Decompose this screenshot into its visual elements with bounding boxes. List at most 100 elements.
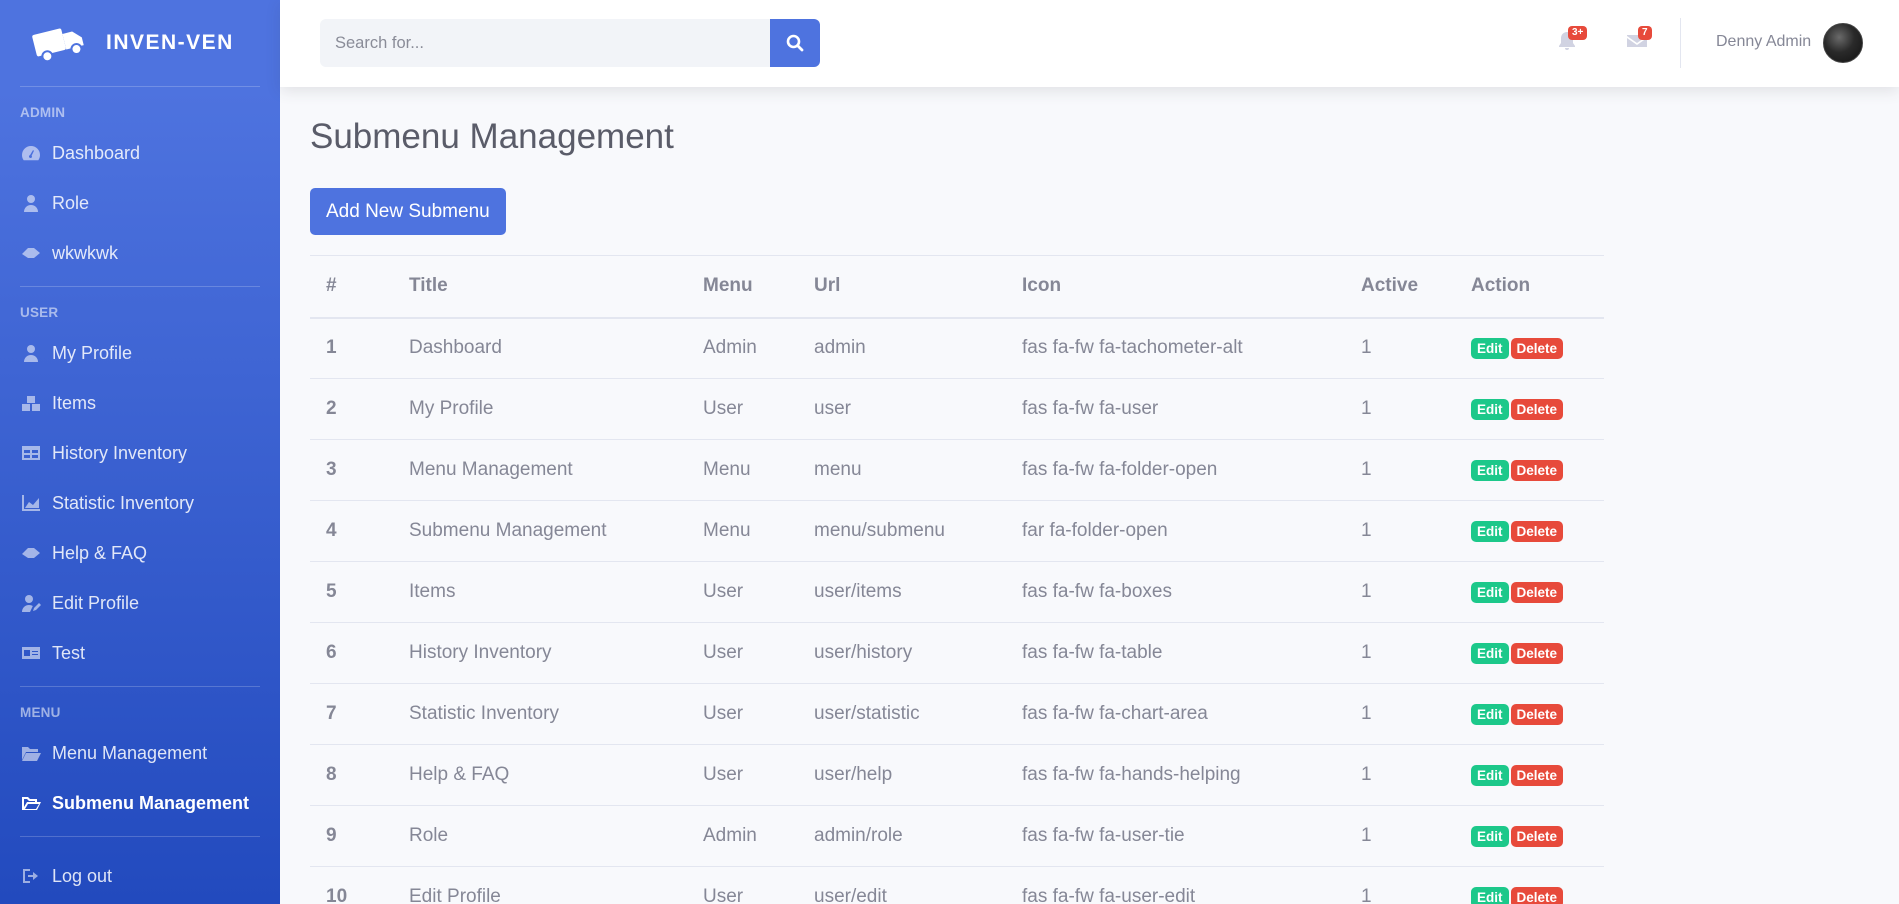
delete-button[interactable]: Delete bbox=[1510, 582, 1564, 603]
delete-button[interactable]: Delete bbox=[1510, 338, 1564, 360]
main-content: Submenu Management Add New Submenu # Tit… bbox=[310, 87, 1605, 904]
table-row: 3 Menu Management Menu menu fas fa-fw fa-fol… bbox=[310, 439, 1604, 501]
sidebar-item-dashboard[interactable]: Dashboard bbox=[0, 128, 280, 178]
row-actions: Edit Delete bbox=[1455, 317, 1604, 379]
row-title: History Inventory bbox=[393, 622, 687, 684]
row-actions: Edit Delete bbox=[1455, 744, 1604, 806]
table-header-row: # Title Menu Url Icon Active Action bbox=[310, 255, 1604, 319]
table-row: 9 Role Admin admin/role fas fa-fw fa-user-ti… bbox=[310, 805, 1604, 867]
row-icon: fas fa-fw fa-folder-open bbox=[1006, 439, 1345, 501]
delete-button[interactable]: Delete bbox=[1510, 643, 1564, 664]
row-active: 1 bbox=[1345, 805, 1455, 867]
edit-button[interactable]: Edit bbox=[1471, 582, 1509, 603]
row-icon: fas fa-fw fa-table bbox=[1006, 622, 1345, 684]
sign-out-icon bbox=[20, 867, 42, 885]
row-icon: far fa-folder-open bbox=[1006, 500, 1345, 562]
row-icon: fas fa-fw fa-user-tie bbox=[1006, 805, 1345, 867]
edit-button[interactable]: Edit bbox=[1471, 826, 1509, 847]
sidebar-item-edit-profile[interactable]: Edit Profile bbox=[0, 578, 280, 628]
sidebar-heading-user: USER bbox=[20, 305, 59, 320]
row-number: 5 bbox=[310, 561, 393, 623]
sidebar-item-submenu-management[interactable]: Submenu Management bbox=[0, 778, 280, 828]
sidebar-item-label: My Profile bbox=[52, 342, 133, 363]
edit-button[interactable]: Edit bbox=[1471, 765, 1509, 786]
sidebar-item-wkwkwk[interactable]: wkwkwk bbox=[0, 228, 280, 278]
row-active: 1 bbox=[1345, 622, 1455, 684]
row-number: 9 bbox=[310, 805, 393, 867]
row-icon: fas fa-fw fa-user bbox=[1006, 378, 1345, 440]
avatar[interactable] bbox=[1823, 23, 1863, 63]
search-button[interactable] bbox=[770, 19, 820, 67]
user-tie-icon bbox=[20, 194, 42, 212]
sidebar-item-label: Help & FAQ bbox=[52, 542, 148, 563]
folder-open-outline-icon bbox=[20, 794, 42, 812]
edit-button[interactable]: Edit bbox=[1471, 887, 1509, 904]
row-number: 6 bbox=[310, 622, 393, 684]
row-active: 1 bbox=[1345, 317, 1455, 379]
delete-button[interactable]: Delete bbox=[1510, 460, 1564, 481]
sidebar-item-items[interactable]: Items bbox=[0, 378, 280, 428]
search-input[interactable] bbox=[320, 19, 771, 67]
messages-dropdown[interactable]: 7 bbox=[1626, 26, 1652, 54]
sidebar-item-help-faq[interactable]: Help & FAQ bbox=[0, 528, 280, 578]
row-url: admin/role bbox=[798, 805, 1006, 867]
sidebar-heading-menu: MENU bbox=[20, 705, 61, 720]
column-header: Url bbox=[798, 255, 1006, 319]
row-number: 3 bbox=[310, 439, 393, 501]
delete-button[interactable]: Delete bbox=[1510, 826, 1564, 847]
alerts-dropdown[interactable]: 3+ bbox=[1556, 26, 1588, 54]
delete-button[interactable]: Delete bbox=[1510, 887, 1564, 904]
tachometer-icon bbox=[20, 144, 42, 162]
table-icon bbox=[20, 444, 42, 462]
topbar: 3+ 7 Denny Admin bbox=[280, 0, 1899, 87]
logout-link[interactable]: Log out bbox=[0, 855, 280, 897]
user-icon bbox=[20, 344, 42, 362]
delete-button[interactable]: Delete bbox=[1510, 765, 1564, 786]
sidebar-item-label: Edit Profile bbox=[52, 592, 140, 613]
hands-helping-icon bbox=[20, 544, 42, 562]
row-actions: Edit Delete bbox=[1455, 561, 1604, 623]
column-header: Title bbox=[393, 255, 687, 319]
edit-button[interactable]: Edit bbox=[1471, 521, 1509, 542]
sidebar-item-statistic-inventory[interactable]: Statistic Inventory bbox=[0, 478, 280, 528]
sidebar-item-menu-management[interactable]: Menu Management bbox=[0, 728, 280, 778]
edit-button[interactable]: Edit bbox=[1471, 643, 1509, 664]
row-url: menu bbox=[798, 439, 1006, 501]
sidebar-item-history-inventory[interactable]: History Inventory bbox=[0, 428, 280, 478]
row-menu: Admin bbox=[687, 805, 798, 867]
row-active: 1 bbox=[1345, 500, 1455, 562]
row-menu: User bbox=[687, 561, 798, 623]
folder-open-icon bbox=[20, 744, 42, 762]
delete-button[interactable]: Delete bbox=[1510, 521, 1564, 542]
edit-button[interactable]: Edit bbox=[1471, 460, 1509, 481]
column-header: Menu bbox=[687, 255, 798, 319]
row-actions: Edit Delete bbox=[1455, 439, 1604, 501]
row-url: admin bbox=[798, 317, 1006, 379]
brand-link[interactable]: INVEN-VEN bbox=[0, 0, 280, 86]
table-row: 5 Items User user/items fas fa-fw fa-boxes 1 E… bbox=[310, 561, 1604, 623]
sidebar-item-test[interactable]: Test bbox=[0, 628, 280, 678]
search-form bbox=[320, 19, 820, 67]
sidebar-item-label: Submenu Management bbox=[52, 792, 250, 813]
sidebar-item-my-profile[interactable]: My Profile bbox=[0, 328, 280, 378]
row-active: 1 bbox=[1345, 866, 1455, 904]
sidebar-item-label: Items bbox=[52, 392, 97, 413]
sidebar-item-label: Dashboard bbox=[52, 142, 141, 163]
row-active: 1 bbox=[1345, 378, 1455, 440]
row-icon: fas fa-fw fa-boxes bbox=[1006, 561, 1345, 623]
delete-button[interactable]: Delete bbox=[1510, 704, 1564, 725]
row-icon: fas fa-fw fa-tachometer-alt bbox=[1006, 317, 1345, 379]
edit-button[interactable]: Edit bbox=[1471, 399, 1509, 420]
row-title: Submenu Management bbox=[393, 500, 687, 562]
user-name[interactable]: Denny Admin bbox=[1716, 33, 1811, 51]
edit-button[interactable]: Edit bbox=[1471, 704, 1509, 725]
sidebar-item-role[interactable]: Role bbox=[0, 178, 280, 228]
delete-button[interactable]: Delete bbox=[1510, 399, 1564, 420]
table-row: 7 Statistic Inventory User user/statistic fa… bbox=[310, 683, 1604, 745]
edit-button[interactable]: Edit bbox=[1471, 338, 1509, 360]
sidebar-item-label: History Inventory bbox=[52, 442, 188, 463]
add-submenu-button[interactable]: Add New Submenu bbox=[310, 188, 506, 235]
row-active: 1 bbox=[1345, 561, 1455, 623]
topbar-divider bbox=[1680, 18, 1681, 68]
boxes-icon bbox=[20, 394, 42, 412]
